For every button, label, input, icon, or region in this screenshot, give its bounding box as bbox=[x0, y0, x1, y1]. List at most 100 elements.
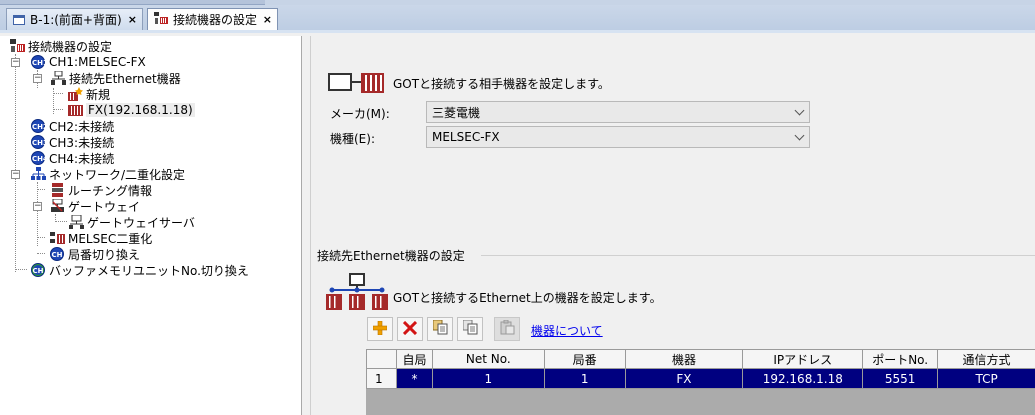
tree-item-label: FX(192.168.1.18) bbox=[86, 103, 195, 117]
tree-item-gateway[interactable]: ゲートウェイ bbox=[50, 198, 140, 214]
chevron-down-icon bbox=[794, 130, 805, 141]
delete-button[interactable] bbox=[397, 317, 423, 341]
tree-item-label: ルーチング情報 bbox=[68, 183, 153, 198]
tree-root[interactable]: 接続機器の設定 bbox=[10, 38, 112, 54]
device-settings-icon bbox=[154, 11, 168, 28]
tree-item-label: バッファメモリユニットNo.切り換え bbox=[49, 263, 249, 278]
settings-content: GOTと接続する相手機器を設定します。 メーカ(M): 三菱電機 機種(E): … bbox=[310, 36, 1035, 415]
redundancy-icon bbox=[50, 231, 65, 245]
tree-item-ethernet-devices[interactable]: 接続先Ethernet機器 bbox=[51, 70, 181, 86]
maker-label: メーカ(M): bbox=[330, 107, 390, 121]
table-cell-ip-address[interactable]: 192.168.1.18 bbox=[742, 368, 864, 389]
tree-line bbox=[53, 93, 63, 94]
model-select[interactable]: MELSEC-FX bbox=[426, 126, 810, 148]
tree-item-ch1[interactable]: CH1 CH1:MELSEC-FX bbox=[31, 54, 146, 70]
tree-item-label: CH1:MELSEC-FX bbox=[49, 55, 146, 69]
tree-item-label: CH3:未接続 bbox=[49, 135, 115, 150]
tree-line bbox=[37, 253, 45, 254]
tree-root-label: 接続機器の設定 bbox=[28, 39, 113, 54]
tab-connected-device-settings[interactable]: 接続機器の設定 × bbox=[147, 8, 278, 30]
new-device-icon bbox=[68, 87, 83, 101]
column-header[interactable]: 機器 bbox=[624, 349, 744, 369]
tree-item-new[interactable]: 新規 bbox=[68, 86, 110, 102]
copy-button[interactable] bbox=[427, 317, 453, 341]
paste-special-button[interactable] bbox=[494, 317, 520, 341]
channel-icon: CH1 bbox=[31, 55, 48, 69]
ethernet-network-icon bbox=[326, 273, 388, 314]
tree-item-label: 局番切り換え bbox=[68, 247, 141, 262]
tree-line bbox=[53, 88, 54, 114]
add-icon bbox=[372, 320, 388, 338]
tree-line bbox=[37, 237, 45, 238]
tree-item-ch2[interactable]: CH2 CH2:未接続 bbox=[31, 118, 114, 134]
tree-line bbox=[55, 221, 67, 222]
column-header[interactable]: ポートNo. bbox=[862, 349, 939, 369]
tree-item-label: CH4:未接続 bbox=[49, 151, 115, 166]
column-header[interactable]: Net No. bbox=[431, 349, 545, 369]
column-header[interactable]: 自局 bbox=[395, 349, 433, 369]
tree-item-ch3[interactable]: CH3 CH3:未接続 bbox=[31, 134, 114, 150]
tree-item-fx-device[interactable]: FX(192.168.1.18) bbox=[68, 102, 195, 118]
document-tab-strip: B-1:(前面+背面) × 接続機器の設定 × bbox=[0, 0, 1035, 33]
add-button[interactable] bbox=[367, 317, 393, 341]
network-icon bbox=[31, 167, 46, 181]
table-cell-own-station[interactable]: * bbox=[395, 368, 433, 389]
maker-select[interactable]: 三菱電機 bbox=[426, 101, 810, 123]
collapse-icon[interactable]: − bbox=[33, 202, 42, 211]
row-number[interactable]: 1 bbox=[366, 368, 397, 389]
copy-icon bbox=[432, 319, 448, 338]
channel-icon: CH2 bbox=[31, 119, 48, 133]
delete-icon bbox=[402, 320, 418, 338]
model-label: 機種(E): bbox=[330, 132, 375, 146]
table-cell-net-no[interactable]: 1 bbox=[431, 368, 545, 389]
device-grid[interactable]: 自局 Net No. 局番 機器 IPアドレス ポートNo. 通信方式 1 * … bbox=[366, 349, 1035, 415]
plc-device-icon bbox=[68, 103, 83, 117]
tab-label: B-1:(前面+背面) bbox=[30, 13, 122, 27]
tree-item-ch4[interactable]: CH4 CH4:未接続 bbox=[31, 150, 114, 166]
tree-item-melsec-dual[interactable]: MELSEC二重化 bbox=[50, 230, 152, 246]
routing-icon bbox=[50, 183, 65, 197]
tree-item-buffer-switch[interactable]: CH バッファメモリユニットNo.切り換え bbox=[31, 262, 249, 278]
column-header[interactable]: IPアドレス bbox=[742, 349, 864, 369]
tree-item-label: ゲートウェイサーバ bbox=[87, 215, 195, 230]
about-devices-link[interactable]: 機器について bbox=[531, 322, 603, 339]
tree-item-label: 新規 bbox=[86, 87, 111, 102]
tree-item-label: ネットワーク/二重化設定 bbox=[49, 167, 186, 182]
row-number-header bbox=[366, 349, 397, 369]
title-strip bbox=[0, 0, 1035, 5]
tab-close-icon[interactable]: × bbox=[263, 13, 272, 26]
tree-item-routing[interactable]: ルーチング情報 bbox=[50, 182, 152, 198]
table-row[interactable]: 1 * 1 1 FX 192.168.1.18 5551 TCP bbox=[366, 368, 1035, 389]
paste-disabled-icon bbox=[500, 319, 515, 338]
device-table: 自局 Net No. 局番 機器 IPアドレス ポートNo. 通信方式 1 * … bbox=[366, 349, 1035, 389]
tab-close-icon[interactable]: × bbox=[128, 13, 137, 26]
settings-tree[interactable]: 接続機器の設定 − CH1 CH1:MELSEC-FX − 接続先Etherne… bbox=[0, 36, 302, 415]
tab-screen-b1[interactable]: B-1:(前面+背面) × bbox=[6, 8, 143, 30]
station-switch-icon: CH bbox=[50, 247, 64, 261]
chevron-down-icon bbox=[794, 105, 805, 116]
table-cell-station-no[interactable]: 1 bbox=[543, 368, 626, 389]
tree-line bbox=[53, 109, 63, 110]
tree-line bbox=[15, 54, 16, 272]
tree-item-gateway-server[interactable]: ゲートウェイサーバ bbox=[69, 214, 195, 230]
table-cell-port-no[interactable]: 5551 bbox=[862, 368, 939, 389]
maker-value: 三菱電機 bbox=[432, 105, 481, 120]
column-header[interactable]: 局番 bbox=[543, 349, 626, 369]
title-strip-highlight bbox=[0, 0, 265, 5]
table-cell-device[interactable]: FX bbox=[624, 368, 744, 389]
tree-item-label: ゲートウェイ bbox=[68, 199, 141, 214]
collapse-icon[interactable]: − bbox=[11, 58, 20, 67]
channel-icon: CH3 bbox=[31, 135, 48, 149]
table-header-row: 自局 Net No. 局番 機器 IPアドレス ポートNo. 通信方式 bbox=[366, 349, 1035, 369]
paste-button[interactable] bbox=[457, 317, 483, 341]
collapse-icon[interactable]: − bbox=[11, 170, 20, 179]
tree-item-network[interactable]: ネットワーク/二重化設定 bbox=[31, 166, 185, 182]
tree-line bbox=[37, 189, 45, 190]
column-header[interactable]: 通信方式 bbox=[937, 349, 1035, 369]
tree-item-station-switch[interactable]: CH 局番切り換え bbox=[50, 246, 140, 262]
table-cell-protocol[interactable]: TCP bbox=[937, 368, 1035, 389]
server-icon bbox=[69, 215, 84, 229]
collapse-icon[interactable]: − bbox=[33, 74, 42, 83]
buffer-switch-icon: CH bbox=[31, 263, 45, 277]
paste-icon bbox=[462, 319, 478, 338]
